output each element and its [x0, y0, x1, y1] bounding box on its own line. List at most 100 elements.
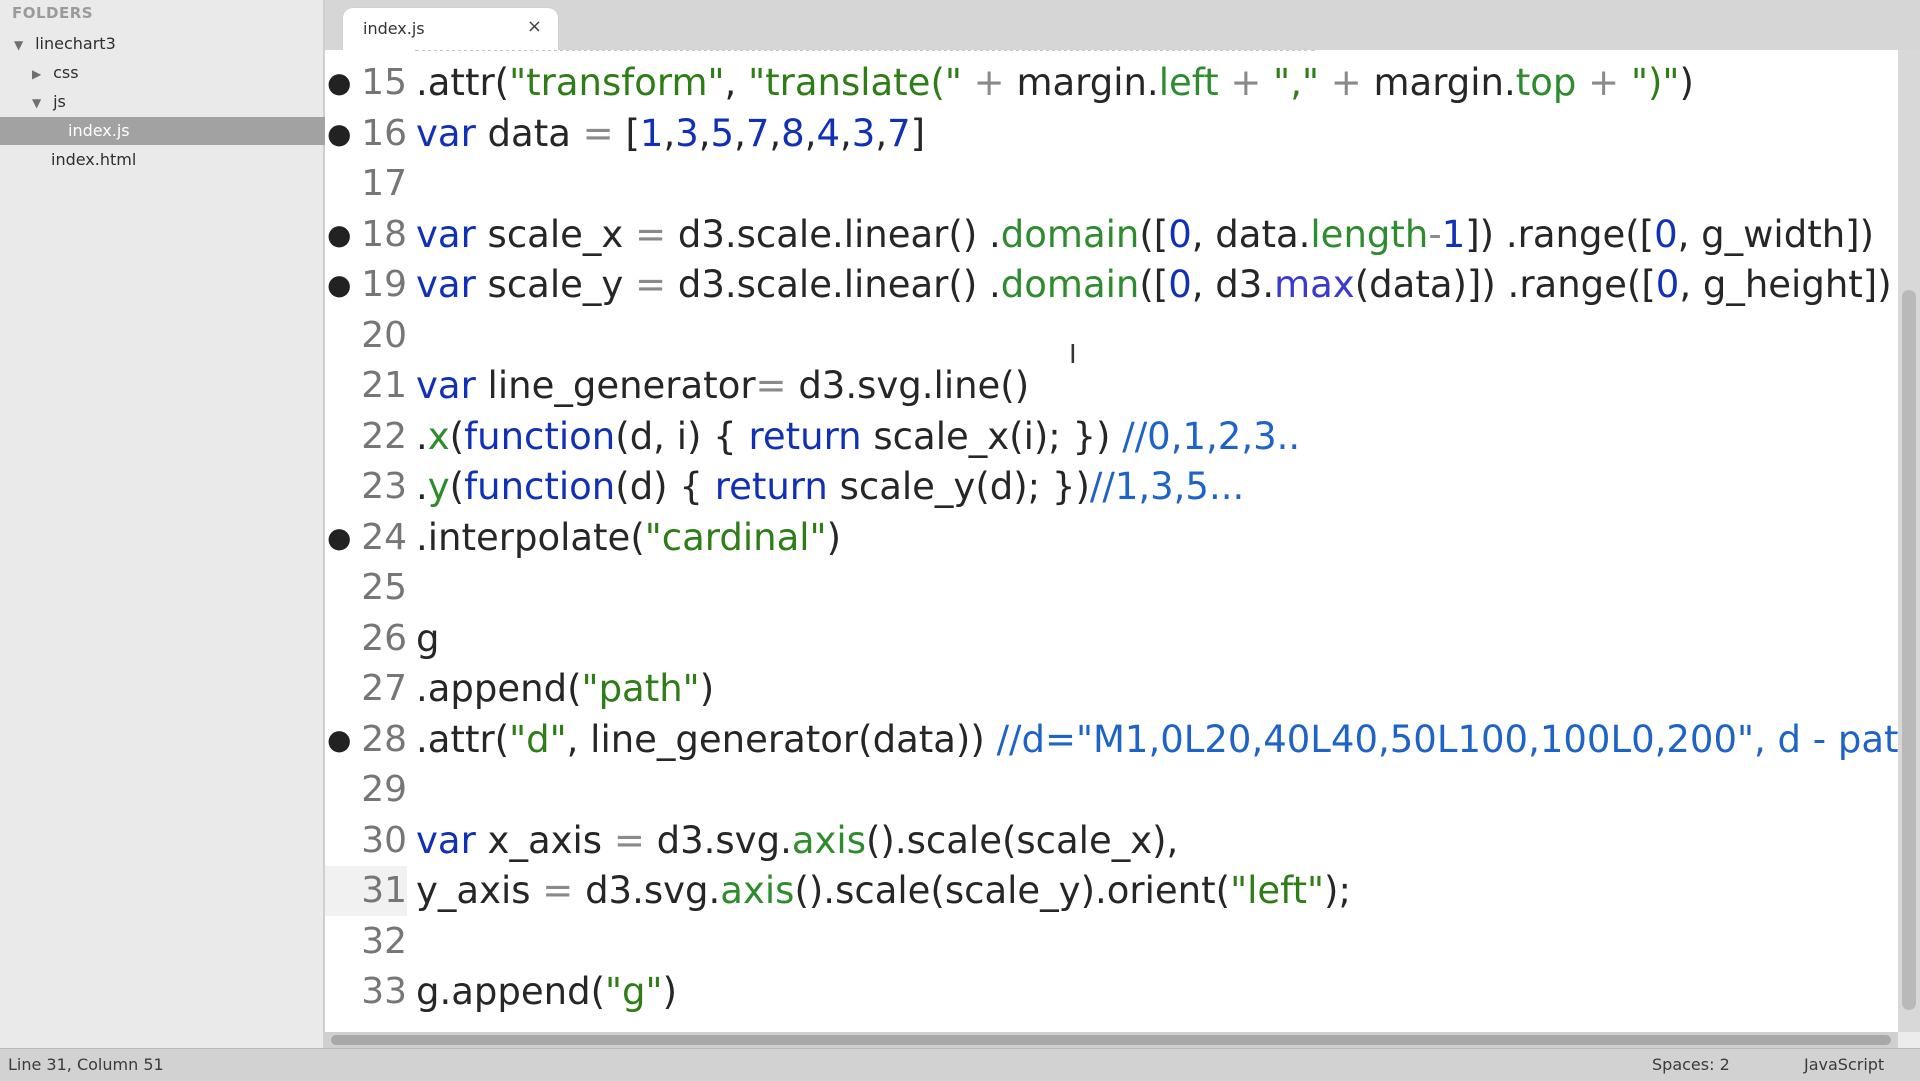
syntax-mode[interactable]: JavaScript: [1804, 1049, 1884, 1081]
tree-file-index-html[interactable]: index.html: [0, 146, 374, 174]
code-token: d3.scale.linear() .: [666, 263, 1001, 306]
indentation-setting[interactable]: Spaces: 2: [1652, 1049, 1730, 1081]
vertical-scrollbar[interactable]: [1898, 50, 1920, 1032]
code-token: ): [662, 970, 677, 1013]
code-line[interactable]: 21 var line_generator= d3.svg.line(): [325, 361, 1898, 411]
code-line[interactable]: 25: [325, 563, 1898, 613]
code-line[interactable]: 33 g.append("g"): [325, 967, 1898, 1017]
line-number: ● 28: [325, 715, 407, 765]
code-token: d3.svg.: [644, 818, 792, 862]
code-token: .attr(: [416, 61, 510, 104]
code-line[interactable]: ● 24 .interpolate("cardinal"): [325, 513, 1898, 563]
code-token: domain: [1000, 263, 1140, 306]
tree-folder-linechart3[interactable]: ▼ linechart3: [0, 30, 337, 58]
horizontal-scrollbar[interactable]: [325, 1032, 1898, 1048]
line-number: 33: [325, 967, 407, 1017]
line-number-text: 25: [361, 567, 407, 608]
code-token: ,: [804, 111, 817, 155]
code-token: ,: [769, 111, 782, 155]
code-token: var: [416, 212, 476, 256]
modified-dot-icon: ●: [327, 722, 352, 756]
code-text[interactable]: .interpolate("cardinal"): [416, 513, 841, 563]
code-token: 1: [1441, 212, 1466, 256]
code-text[interactable]: .x(function(d, i) { return scale_x(i); }…: [416, 412, 1300, 462]
code-text[interactable]: var line_generator= d3.svg.line(): [416, 361, 1029, 411]
code-line[interactable]: 26 g: [325, 614, 1898, 664]
line-number-text: 18: [361, 213, 407, 255]
code-text[interactable]: y_axis = d3.svg.axis().scale(scale_y).or…: [416, 866, 1351, 916]
code-token: 3: [851, 111, 876, 155]
line-number: 27: [325, 664, 407, 714]
code-line[interactable]: ● 16 var data = [1,3,5,7,8,4,3,7]: [325, 109, 1898, 159]
code-token: 0: [1654, 212, 1678, 256]
code-token: "transform": [509, 61, 725, 104]
code-line[interactable]: 22 .x(function(d, i) { return scale_x(i);…: [325, 412, 1898, 462]
code-token: margin.: [1373, 61, 1516, 104]
code-token: =: [582, 111, 614, 155]
code-token: ",": [1273, 61, 1319, 104]
tree-folder-js[interactable]: ▼ js: [0, 88, 355, 116]
code-text[interactable]: var scale_y = d3.scale.linear() .domain(…: [416, 260, 1892, 310]
code-token: ): [826, 515, 841, 559]
code-text[interactable]: .attr("d", line_generator(data)) //d="M1…: [416, 715, 1898, 765]
tree-item-label: linechart3: [35, 34, 116, 53]
code-line[interactable]: 17: [325, 159, 1898, 209]
code-editor[interactable]: ● 15 .attr("transform", "translate(" + mar…: [325, 50, 1898, 1032]
code-text[interactable]: var x_axis = d3.svg.axis().scale(scale_x…: [416, 816, 1178, 866]
tab-index-js[interactable]: index.js ×: [343, 8, 558, 50]
line-number-text: 17: [361, 163, 407, 204]
code-token: ().scale(scale_y).orient(: [794, 869, 1231, 912]
modified-dot-icon: ●: [327, 66, 352, 99]
vertical-scrollbar-thumb[interactable]: [1902, 290, 1916, 1010]
code-text[interactable]: var scale_x = d3.scale.linear() .domain(…: [416, 210, 1874, 260]
tree-item-label: index.html: [51, 150, 137, 169]
code-token: scale_x(i); }): [861, 414, 1123, 458]
code-text[interactable]: .y(function(d) { return scale_y(d); })//…: [416, 462, 1244, 512]
code-token: var: [416, 263, 476, 306]
code-line[interactable]: 30 var x_axis = d3.svg.axis().scale(scale…: [325, 816, 1898, 866]
code-text[interactable]: var data = [1,3,5,7,8,4,3,7]: [416, 109, 925, 159]
code-token: +: [1318, 61, 1374, 104]
code-token: line_generator: [475, 364, 756, 407]
code-line[interactable]: 27 .append("path"): [325, 664, 1898, 714]
code-line[interactable]: ● 28 .attr("d", line_generator(data)) //d=…: [325, 715, 1898, 765]
code-line[interactable]: 20: [325, 311, 1898, 361]
code-text[interactable]: .append("path"): [416, 664, 714, 714]
code-token: d3.scale.linear() .: [666, 212, 1001, 256]
line-number: ● 15: [325, 58, 407, 108]
chevron-right-icon[interactable]: ▶: [32, 60, 48, 88]
code-text[interactable]: g.append("g"): [416, 967, 677, 1017]
chevron-down-icon[interactable]: ▼: [14, 31, 30, 59]
horizontal-scrollbar-thumb[interactable]: [331, 1035, 1891, 1045]
code-token: //d="M1,0L20,40L40,50L100,100L0,200", d …: [996, 717, 1898, 761]
modified-dot-icon: ●: [327, 520, 352, 554]
code-token: 7: [745, 111, 770, 155]
code-token: "path": [581, 667, 700, 710]
code-token: =: [755, 364, 787, 407]
tree-folder-css[interactable]: ▶ css: [0, 59, 355, 87]
line-number: 30: [325, 816, 407, 866]
line-number: ● 19: [325, 260, 407, 310]
code-text[interactable]: .attr("transform", "translate(" + margin…: [416, 58, 1694, 108]
code-token: 7: [887, 111, 911, 155]
code-token: return: [714, 465, 828, 508]
code-line[interactable]: ● 18 var scale_x = d3.scale.linear() .doma…: [325, 210, 1898, 260]
code-line[interactable]: ● 19 var scale_y = d3.scale.linear() .doma…: [325, 260, 1898, 310]
chevron-down-icon[interactable]: ▼: [32, 89, 48, 117]
code-token: ): [1679, 61, 1694, 104]
cursor-position: Line 31, Column 51: [8, 1055, 164, 1074]
code-line[interactable]: 29: [325, 765, 1898, 815]
code-line[interactable]: ● 15 .attr("transform", "translate(" + mar…: [325, 58, 1898, 108]
line-number-text: 28: [361, 718, 407, 760]
code-text[interactable]: g: [416, 614, 440, 664]
code-token: [: [613, 111, 640, 155]
close-icon[interactable]: ×: [527, 16, 542, 37]
code-line[interactable]: 32: [325, 917, 1898, 967]
code-token: "cardinal": [644, 515, 827, 559]
code-token: max: [1274, 263, 1355, 306]
line-number-text: 16: [361, 112, 407, 154]
code-line[interactable]: 23 .y(function(d) { return scale_y(d); })…: [325, 462, 1898, 512]
code-line[interactable]: 31 y_axis = d3.svg.axis().scale(scale_y).…: [325, 866, 1898, 916]
code-token: length: [1310, 212, 1429, 256]
line-number: 32: [325, 917, 407, 967]
